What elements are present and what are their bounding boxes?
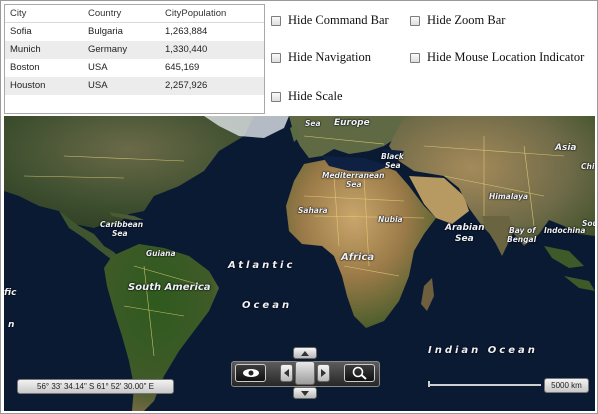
cell-city: Sofia [10, 26, 32, 37]
map-label-nubia: Nubia [378, 215, 403, 224]
checkbox-box[interactable] [410, 15, 420, 26]
cell-population: 1,263,884 [165, 26, 208, 37]
cell-country: USA [88, 62, 108, 73]
cell-country: Germany [88, 44, 128, 55]
map-label-mediterranean-2: Sea [346, 180, 362, 189]
table-row[interactable]: Sofia Bulgaria 1,263,884 [5, 23, 264, 41]
map-label-pacific-fragment: fic [4, 288, 17, 298]
map-label-black-sea: Black [381, 152, 404, 161]
map-label-bay-of-bengal-2: Bengal [507, 235, 537, 244]
map-label-atlantic: Atlantic [228, 260, 296, 271]
pan-right-button[interactable] [317, 364, 330, 382]
zoom-search-button[interactable] [344, 364, 375, 382]
map-label-south-america: South America [128, 282, 211, 293]
table-row[interactable]: Houston USA 2,257,926 [5, 77, 264, 95]
checkbox-label: Hide Mouse Location Indicator [427, 50, 585, 64]
map-label-indian-ocean: Indian Ocean [428, 345, 538, 356]
sample-window: City Country CityPopulation Sofia Bulgar… [0, 0, 598, 414]
map-label-mediterranean: Mediterranean [322, 171, 385, 180]
pan-up-icon [301, 350, 309, 356]
checkbox-label: Hide Scale [288, 89, 343, 103]
cell-country: USA [88, 80, 108, 91]
map-label-arabian-sea-2: Sea [455, 234, 474, 244]
map-label-africa: Africa [341, 252, 375, 263]
city-data-grid: City Country CityPopulation Sofia Bulgar… [4, 4, 265, 114]
checkbox-box[interactable] [271, 15, 281, 26]
cell-city: Boston [10, 62, 40, 73]
hide-zoom-bar-checkbox[interactable]: Hide Zoom Bar [410, 13, 505, 28]
hide-scale-checkbox[interactable]: Hide Scale [271, 89, 343, 104]
hide-mouse-location-checkbox[interactable]: Hide Mouse Location Indicator [410, 50, 584, 65]
map-label-sea-top: Sea [305, 119, 321, 128]
checkbox-label: Hide Command Bar [288, 13, 389, 27]
pan-up-button[interactable] [293, 347, 317, 359]
checkbox-box[interactable] [410, 52, 420, 63]
pan-down-icon [301, 390, 309, 396]
pan-left-button[interactable] [280, 364, 293, 382]
cell-city: Munich [10, 44, 41, 55]
scale-bar [428, 381, 541, 387]
checkbox-label: Hide Navigation [288, 50, 371, 64]
map-label-caribbean-2: Sea [112, 229, 128, 238]
cell-population: 1,330,440 [165, 44, 208, 55]
map-label-pacific-ocean-fragment: n [8, 320, 15, 330]
map-label-guiana: Guiana [146, 249, 176, 258]
map-view[interactable]: Sea Europe Asia Black Sea Mediterranean … [4, 116, 595, 411]
map-label-atlantic-ocean: Ocean [242, 300, 293, 311]
column-header-country[interactable]: Country [84, 5, 162, 22]
cell-city: Houston [10, 80, 46, 91]
pan-left-icon [284, 369, 289, 377]
pan-right-icon [321, 369, 326, 377]
view-mode-button[interactable] [235, 364, 266, 382]
cell-population: 645,169 [165, 62, 200, 73]
checkbox-box[interactable] [271, 91, 281, 102]
hide-navigation-checkbox[interactable]: Hide Navigation [271, 50, 371, 65]
grid-header: City Country CityPopulation [5, 5, 264, 23]
table-row[interactable]: Munich Germany 1,330,440 [5, 41, 264, 59]
map-label-bay-of-bengal: Bay of [509, 226, 536, 235]
cell-country: Bulgaria [88, 26, 123, 37]
column-header-city[interactable]: City [5, 5, 84, 22]
mouse-location-indicator: 56° 33' 34.14" S 61° 52' 30.00" E [17, 379, 174, 394]
scale-label: 5000 km [544, 378, 589, 393]
map-label-sahara: Sahara [298, 206, 328, 215]
map-label-europe: Europe [334, 118, 370, 128]
map-label-arabian-sea: Arabian [445, 223, 485, 233]
map-label-indochina: Indochina [544, 226, 586, 235]
map-label-china-fragment: Chi [581, 162, 595, 171]
magnifier-icon [352, 366, 367, 380]
eye-icon [242, 369, 259, 377]
cell-population: 2,257,926 [165, 80, 208, 91]
center-button[interactable] [295, 361, 315, 385]
map-label-himalaya: Himalaya [489, 192, 529, 201]
pan-down-button[interactable] [293, 387, 317, 399]
column-header-population[interactable]: CityPopulation [162, 5, 255, 22]
map-label-caribbean: Caribbean [100, 220, 144, 229]
hide-command-bar-checkbox[interactable]: Hide Command Bar [271, 13, 389, 28]
map-label-asia: Asia [555, 143, 577, 153]
checkbox-box[interactable] [271, 52, 281, 63]
map-label-black-sea-2: Sea [385, 161, 401, 170]
map-label-south-fragment: Sou [582, 219, 595, 228]
table-row[interactable]: Boston USA 645,169 [5, 59, 264, 77]
checkbox-label: Hide Zoom Bar [427, 13, 506, 27]
